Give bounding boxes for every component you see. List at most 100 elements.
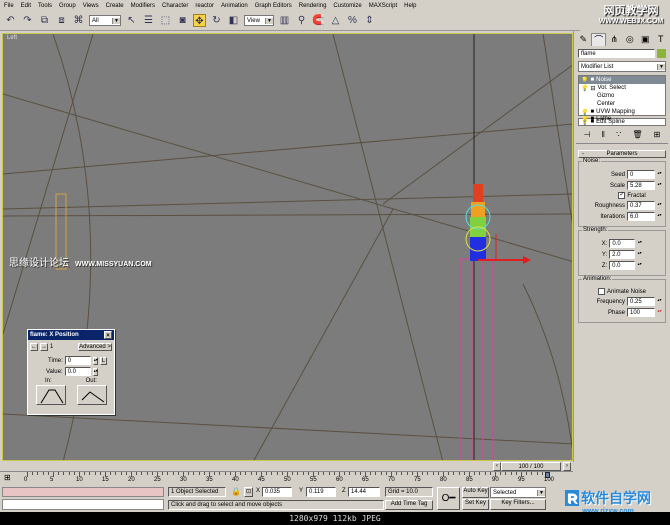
key-mode-dropdown[interactable]: Selected ▼ (490, 487, 546, 498)
timeline-ruler[interactable]: ⊞ 0 5 10 15 20 25 30 35 40 45 50 55 60 65 70 75 80 85 90 95… (0, 471, 573, 485)
menu-rendering[interactable]: Rendering (299, 3, 327, 9)
link-icon[interactable]: ⧉ (38, 14, 51, 27)
angle-snap-icon[interactable]: △ (329, 14, 342, 27)
value-field[interactable]: 0.0 (64, 367, 91, 376)
next-frame-icon[interactable]: › (563, 462, 571, 471)
reference-coordinate-dropdown[interactable]: View ▼ (244, 15, 274, 26)
window-crossing-icon[interactable]: ◙ (176, 14, 189, 27)
menu-maxscript[interactable]: MAXScript (369, 3, 397, 9)
menu-file[interactable]: File (4, 3, 14, 9)
motion-tab-icon[interactable]: ◎ (623, 33, 637, 46)
stack-item-center[interactable]: Center (579, 100, 665, 108)
unlink-icon[interactable]: ⧈ (55, 14, 68, 27)
animate-noise-checkbox[interactable] (597, 288, 605, 295)
phase-spinner[interactable]: ▴▾ (657, 308, 662, 317)
roughness-spinner[interactable]: ▴▾ (657, 201, 662, 210)
percent-snap-icon[interactable]: % (346, 14, 359, 27)
lightbulb-icon[interactable]: 💡 (581, 109, 588, 116)
time-field[interactable]: 0 (64, 356, 91, 365)
iterations-field[interactable]: 6.0 (627, 212, 655, 221)
time-spinner[interactable]: ▴▾ (92, 356, 98, 365)
stack-item-lathe[interactable]: 💡 ■ Lathe (579, 116, 665, 122)
utilities-tab-icon[interactable]: T (654, 33, 668, 46)
value-spinner[interactable]: ▴▾ (92, 367, 98, 376)
hierarchy-tab-icon[interactable]: ⋔ (607, 33, 621, 46)
menu-create[interactable]: Create (106, 3, 124, 9)
frequency-field[interactable]: 0.25 (627, 297, 655, 306)
menu-graph-editors[interactable]: Graph Editors (255, 3, 292, 9)
scale-spinner[interactable]: ▴▾ (657, 181, 662, 190)
seed-field[interactable]: 0 (627, 170, 655, 179)
stack-item-uvw-mapping[interactable]: 💡 ■ UVW Mapping (579, 108, 665, 116)
advanced-button[interactable]: Advanced > (78, 343, 112, 351)
stack-item-vol-select[interactable]: 💡 ⊟ Vol. Select (579, 84, 665, 92)
strength-z-spinner[interactable]: ▴▾ (637, 261, 642, 270)
redo-icon[interactable]: ↷ (21, 14, 34, 27)
strength-y-field[interactable]: 2.0 (609, 250, 636, 259)
auto-key-button[interactable]: Auto Key (462, 487, 489, 498)
fractal-checkbox[interactable]: ✓ (618, 192, 626, 199)
roughness-field[interactable]: 0.37 (627, 201, 655, 210)
menu-animation[interactable]: Animation (221, 3, 248, 9)
current-frame-marker[interactable] (545, 472, 550, 478)
lock-selection-icon[interactable]: 🔒 (231, 487, 241, 496)
lightbulb-icon[interactable]: 💡 (581, 77, 588, 84)
viewport-left[interactable]: Left 思缘设计论坛 WWW.MISSYUAN.COM flame: X Po… (2, 33, 573, 461)
selection-filter-dropdown[interactable]: All ▼ (89, 15, 121, 26)
rectangular-selection-icon[interactable]: ⬚ (159, 14, 172, 27)
strength-y-spinner[interactable]: ▴▾ (637, 250, 642, 259)
x-coord-field[interactable]: 0.035 (262, 487, 292, 497)
select-object-icon[interactable]: ↖ (125, 14, 138, 27)
pivot-center-icon[interactable]: ▥ (278, 14, 291, 27)
select-and-move-icon[interactable]: ✥ (193, 14, 206, 27)
z-coord-field[interactable]: 14.44 (348, 487, 380, 497)
next-key-button[interactable]: → (40, 343, 48, 351)
object-name-field[interactable]: flame (578, 49, 655, 58)
set-key-button[interactable]: Set Key (462, 499, 489, 510)
stack-item-gizmo[interactable]: Gizmo (579, 92, 665, 100)
modify-tab-icon[interactable]: ⌒ (591, 33, 607, 46)
stack-item-noise[interactable]: 💡 ■ Noise (579, 76, 665, 84)
prev-frame-icon[interactable]: ‹ (493, 462, 501, 471)
create-tab-icon[interactable]: ✎ (576, 33, 590, 46)
maxscript-listener-white[interactable] (2, 499, 164, 510)
make-unique-icon[interactable]: ∵ (616, 130, 621, 139)
menu-group[interactable]: Group (59, 3, 76, 9)
show-end-result-icon[interactable]: ‖ (602, 130, 605, 139)
lock-key-button[interactable]: L (99, 356, 107, 365)
modifier-list-dropdown[interactable]: Modifier List ▼ (578, 61, 666, 72)
menu-reactor[interactable]: reactor (195, 3, 214, 9)
object-color-swatch[interactable] (657, 49, 666, 58)
menu-views[interactable]: Views (83, 3, 99, 9)
add-time-tag-button[interactable]: Add Time Tag (385, 500, 433, 510)
time-slider-track[interactable]: ‹ 100 / 100 › (0, 462, 573, 471)
parameters-rollout-header[interactable]: - Parameters (578, 150, 666, 158)
menu-customize[interactable]: Customize (333, 3, 361, 9)
menu-modifiers[interactable]: Modifiers (131, 3, 155, 9)
dialog-titlebar[interactable]: flame: X Position × (28, 330, 114, 340)
display-tab-icon[interactable]: ▣ (638, 33, 652, 46)
set-key-mode-key-icon[interactable]: O━ (437, 487, 460, 510)
remove-modifier-icon[interactable]: 🗑 (632, 130, 642, 139)
select-and-rotate-icon[interactable]: ↻ (210, 14, 223, 27)
iterations-spinner[interactable]: ▴▾ (657, 212, 662, 221)
strength-z-field[interactable]: 0.0 (609, 261, 636, 270)
scale-field[interactable]: 5.28 (627, 181, 655, 190)
phase-field[interactable]: 100 (627, 308, 655, 317)
configure-modifier-sets-icon[interactable]: ⊞ (654, 130, 661, 139)
menu-edit[interactable]: Edit (21, 3, 31, 9)
maxscript-listener-pink[interactable] (2, 487, 164, 497)
strength-x-field[interactable]: 0.0 (609, 239, 636, 248)
strength-x-spinner[interactable]: ▴▾ (637, 239, 642, 248)
seed-spinner[interactable]: ▴▾ (657, 170, 662, 179)
select-by-name-icon[interactable]: ☰ (142, 14, 155, 27)
menu-tools[interactable]: Tools (38, 3, 52, 9)
time-slider-thumb[interactable]: 100 / 100 (501, 462, 561, 471)
select-and-manipulate-icon[interactable]: ⚲ (295, 14, 308, 27)
pin-stack-icon[interactable]: ⊣ (584, 130, 591, 139)
out-tangent-button[interactable] (76, 385, 107, 405)
undo-icon[interactable]: ↶ (4, 14, 17, 27)
in-tangent-button[interactable] (35, 385, 66, 405)
y-coord-field[interactable]: 0.119 (306, 487, 336, 497)
select-and-scale-icon[interactable]: ◧ (227, 14, 240, 27)
